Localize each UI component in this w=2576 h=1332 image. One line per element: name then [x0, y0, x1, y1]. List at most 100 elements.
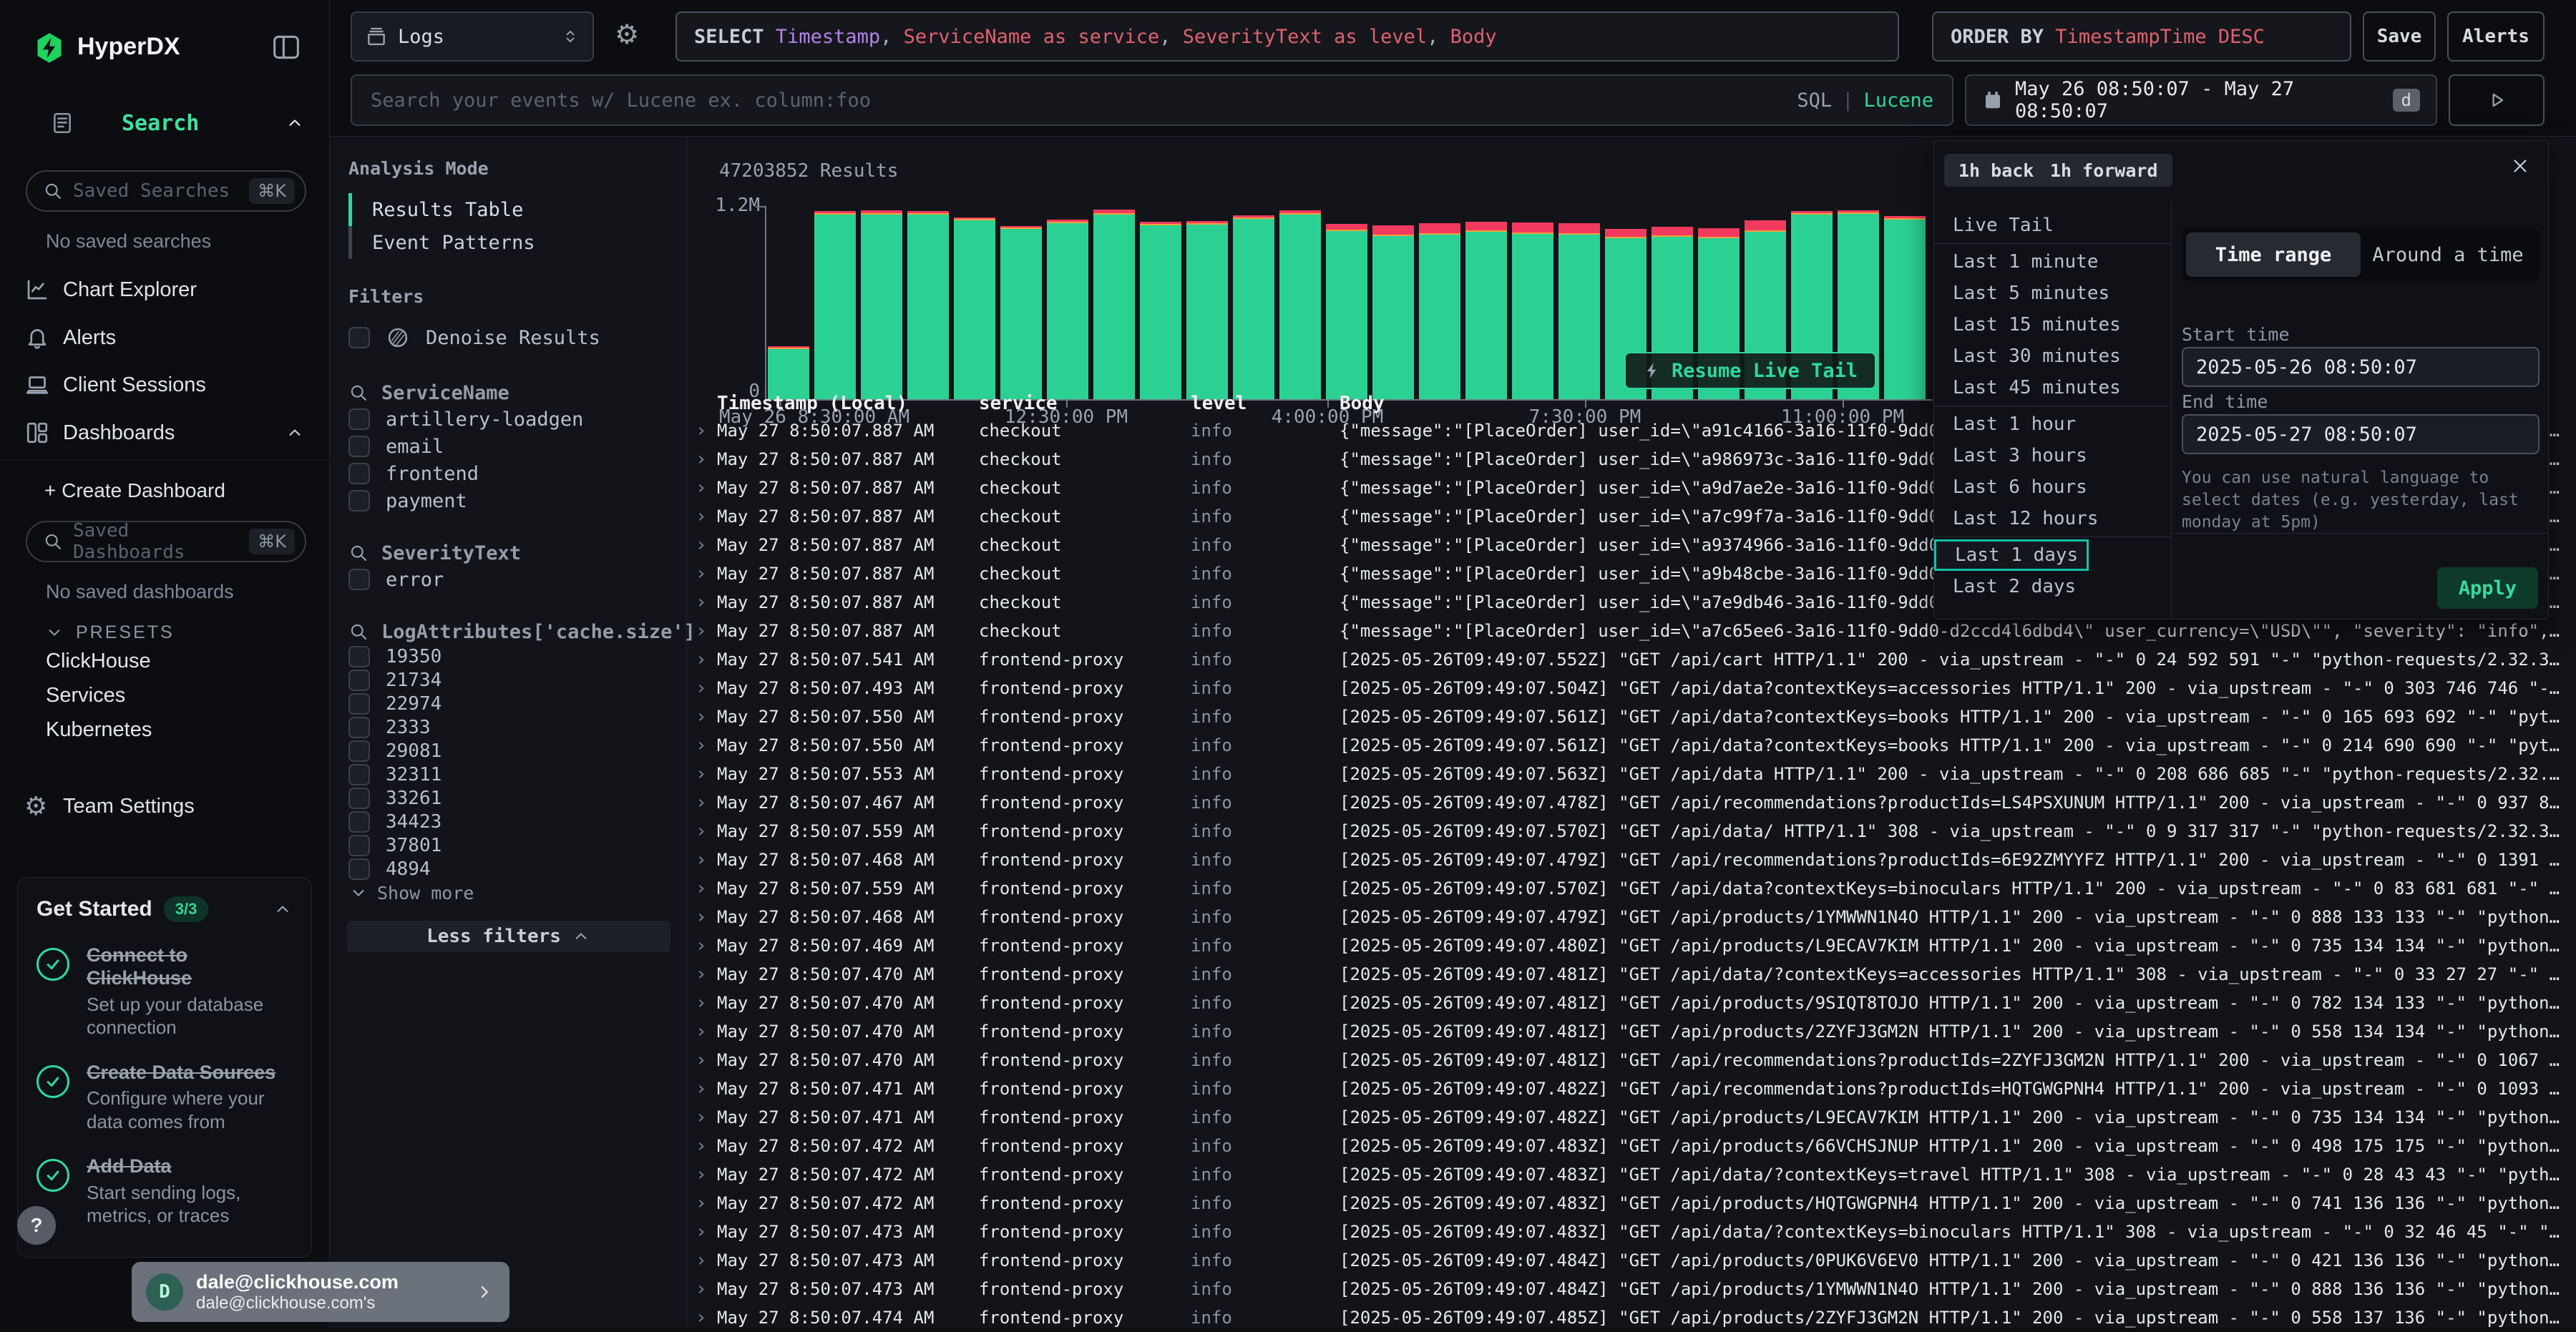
start-time-input[interactable]: 2025-05-26 08:50:07 — [2182, 347, 2540, 387]
expand-row-icon[interactable]: › — [693, 1049, 717, 1071]
expand-row-icon[interactable]: › — [693, 1250, 717, 1271]
analysis-mode-event-patterns[interactable]: Event Patterns — [348, 226, 686, 259]
histogram-bar[interactable] — [1512, 222, 1553, 399]
sidebar-item-search[interactable]: Search — [0, 104, 329, 142]
time-option-last-12-hours[interactable]: Last 12 hours — [1934, 503, 2171, 534]
get-started-item[interactable]: Create Data SourcesConfigure where your … — [36, 1061, 293, 1133]
histogram-bar[interactable] — [1233, 215, 1274, 399]
analysis-mode-results-table[interactable]: Results Table — [348, 193, 686, 226]
table-row[interactable]: ›May 27 8:50:07.553 AMfrontend-proxyinfo… — [693, 760, 2562, 788]
tab-around-a-time[interactable]: Around a time — [2361, 232, 2535, 277]
expand-row-icon[interactable]: › — [693, 878, 717, 899]
lucene-mode-toggle[interactable]: Lucene — [1863, 89, 1933, 112]
table-row[interactable]: ›May 27 8:50:07.550 AMfrontend-proxyinfo… — [693, 702, 2562, 731]
time-option-last-5-minutes[interactable]: Last 5 minutes — [1934, 278, 2171, 309]
expand-row-icon[interactable]: › — [693, 1107, 717, 1128]
checkbox[interactable] — [348, 436, 370, 457]
source-settings-gear-icon[interactable]: ⚙ — [610, 17, 644, 52]
checkbox[interactable] — [348, 327, 370, 348]
sidebar-item-dashboards[interactable]: Dashboards — [0, 411, 329, 455]
checkbox[interactable] — [348, 764, 370, 785]
time-option-last-1-hour[interactable]: Last 1 hour — [1934, 408, 2171, 440]
sidebar-collapse-icon[interactable] — [270, 33, 302, 62]
one-hour-forward-button[interactable]: 1h forward — [2036, 154, 2172, 187]
filter-group-header[interactable]: SeverityText — [348, 540, 686, 566]
checkbox[interactable] — [348, 646, 370, 667]
filter-group-header[interactable]: LogAttributes['cache.size'] — [348, 619, 686, 645]
chevron-up-icon[interactable] — [273, 899, 293, 919]
filter-option[interactable]: 32311 — [348, 763, 686, 786]
checkbox[interactable] — [348, 717, 370, 738]
filter-option[interactable]: email — [348, 433, 686, 460]
event-search-input[interactable]: Search your events w/ Lucene ex. column:… — [351, 74, 1953, 126]
expand-row-icon[interactable]: › — [693, 477, 717, 499]
expand-row-icon[interactable]: › — [693, 534, 717, 556]
expand-row-icon[interactable]: › — [693, 1278, 717, 1300]
expand-row-icon[interactable]: › — [693, 1193, 717, 1214]
time-option-live-tail[interactable]: Live Tail — [1934, 210, 2171, 241]
time-option-last-3-hours[interactable]: Last 3 hours — [1934, 440, 2171, 471]
histogram-bar[interactable] — [1000, 226, 1042, 399]
checkbox[interactable] — [348, 490, 370, 511]
histogram-bar[interactable] — [1326, 224, 1367, 399]
expand-row-icon[interactable]: › — [693, 763, 717, 785]
one-hour-back-button[interactable]: 1h back — [1944, 154, 2048, 187]
expand-row-icon[interactable]: › — [693, 1135, 717, 1157]
expand-row-icon[interactable]: › — [693, 706, 717, 728]
histogram-bar[interactable] — [1419, 223, 1460, 399]
checkbox[interactable] — [348, 569, 370, 590]
close-icon[interactable] — [2509, 155, 2531, 177]
expand-row-icon[interactable]: › — [693, 649, 717, 670]
filter-option[interactable]: 21734 — [348, 668, 686, 692]
histogram-bar[interactable] — [1279, 210, 1321, 399]
expand-row-icon[interactable]: › — [693, 1164, 717, 1185]
expand-row-icon[interactable]: › — [693, 563, 717, 584]
histogram-bar[interactable] — [861, 210, 902, 399]
expand-row-icon[interactable]: › — [693, 992, 717, 1014]
get-started-item[interactable]: Add DataStart sending logs, metrics, or … — [36, 1155, 293, 1227]
table-row[interactable]: ›May 27 8:50:07.559 AMfrontend-proxyinfo… — [693, 874, 2562, 903]
filter-option[interactable]: 33261 — [348, 786, 686, 810]
histogram-bar[interactable] — [1186, 221, 1228, 399]
saved-searches-input[interactable]: Saved Searches ⌘K — [26, 170, 306, 212]
expand-row-icon[interactable]: › — [693, 964, 717, 985]
filter-option[interactable]: 22974 — [348, 692, 686, 715]
filter-option[interactable]: 19350 — [348, 645, 686, 668]
table-row[interactable]: ›May 27 8:50:07.559 AMfrontend-proxyinfo… — [693, 817, 2562, 846]
expand-row-icon[interactable]: › — [693, 735, 717, 756]
run-query-button[interactable] — [2449, 74, 2545, 126]
filter-option[interactable]: 34423 — [348, 810, 686, 833]
create-dashboard-button[interactable]: + Create Dashboard — [0, 471, 329, 511]
time-option-last-6-hours[interactable]: Last 6 hours — [1934, 471, 2171, 503]
expand-row-icon[interactable]: › — [693, 935, 717, 956]
show-more-button[interactable]: Show more — [348, 881, 686, 905]
presets-toggle[interactable]: PRESETS — [0, 617, 329, 648]
table-row[interactable]: ›May 27 8:50:07.470 AMfrontend-proxyinfo… — [693, 960, 2562, 989]
table-row[interactable]: ›May 27 8:50:07.550 AMfrontend-proxyinfo… — [693, 731, 2562, 760]
user-account-chip[interactable]: D dale@clickhouse.com dale@clickhouse.co… — [132, 1262, 509, 1322]
table-row[interactable]: ›May 27 8:50:07.470 AMfrontend-proxyinfo… — [693, 1017, 2562, 1046]
resume-live-tail-button[interactable]: Resume Live Tail — [1624, 352, 1876, 389]
sidebar-item-clickhouse[interactable]: ClickHouse — [46, 650, 151, 673]
histogram-bar[interactable] — [907, 211, 949, 399]
histogram-bar[interactable] — [1558, 223, 1600, 399]
table-row[interactable]: ›May 27 8:50:07.472 AMfrontend-proxyinfo… — [693, 1160, 2562, 1189]
checkbox[interactable] — [348, 835, 370, 856]
time-option-last-1-days[interactable]: Last 1 days — [1934, 539, 2089, 571]
filter-option[interactable]: error — [348, 566, 686, 593]
less-filters-button[interactable]: Less filters — [347, 921, 670, 952]
expand-row-icon[interactable]: › — [693, 1078, 717, 1100]
expand-row-icon[interactable]: › — [693, 792, 717, 813]
checkbox[interactable] — [348, 811, 370, 833]
expand-row-icon[interactable]: › — [693, 449, 717, 470]
table-row[interactable]: ›May 27 8:50:07.470 AMfrontend-proxyinfo… — [693, 989, 2562, 1017]
table-row[interactable]: ›May 27 8:50:07.468 AMfrontend-proxyinfo… — [693, 846, 2562, 874]
filter-option[interactable]: payment — [348, 487, 686, 514]
table-row[interactable]: ›May 27 8:50:07.493 AMfrontend-proxyinfo… — [693, 674, 2562, 702]
table-row[interactable]: ›May 27 8:50:07.471 AMfrontend-proxyinfo… — [693, 1103, 2562, 1132]
filter-option[interactable]: frontend — [348, 460, 686, 487]
table-row[interactable]: ›May 27 8:50:07.468 AMfrontend-proxyinfo… — [693, 903, 2562, 931]
expand-row-icon[interactable]: › — [693, 592, 717, 613]
expand-row-icon[interactable]: › — [693, 677, 717, 699]
histogram-bar[interactable] — [1372, 225, 1414, 399]
